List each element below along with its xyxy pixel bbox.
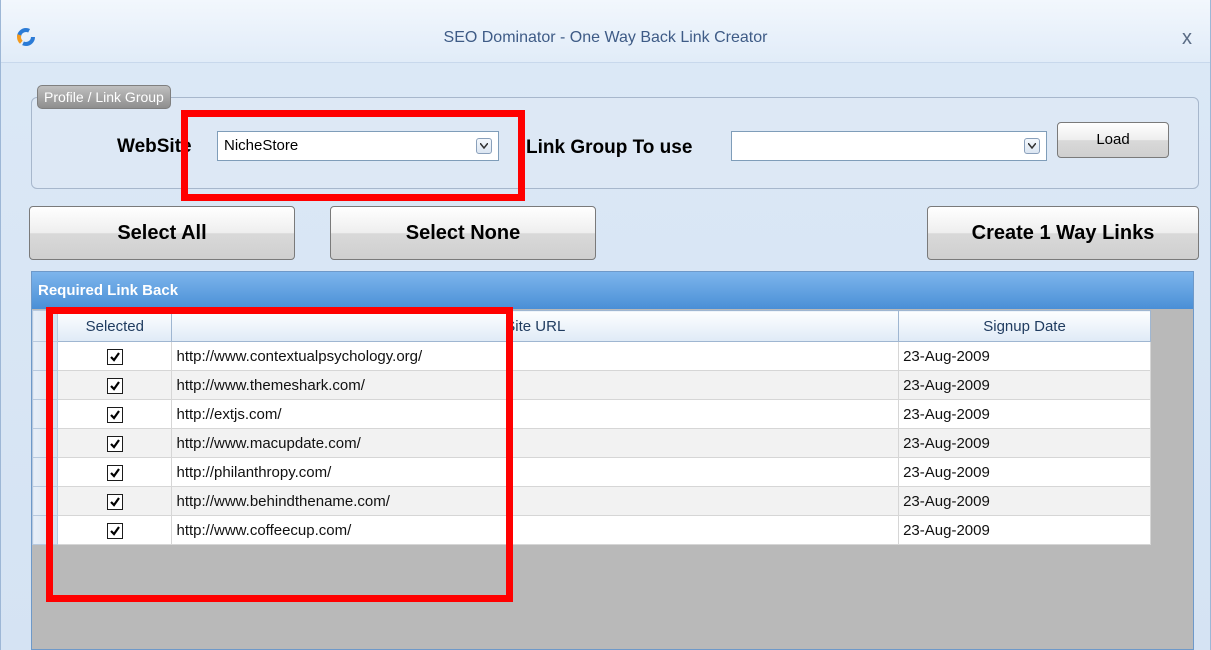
checkmark-icon [110, 380, 120, 391]
row-checkbox[interactable] [106, 377, 123, 394]
link-group-label: Link Group To use [526, 137, 693, 158]
selected-cell [57, 457, 173, 487]
site-url-cell[interactable]: http://www.contextualpsychology.org/ [171, 341, 900, 371]
grid-caption: Required Link Back [32, 272, 1193, 309]
table-row[interactable]: http://www.macupdate.com/23-Aug-2009 [31, 428, 1151, 458]
signup-date-cell[interactable]: 23-Aug-2009 [898, 341, 1151, 371]
checkmark-icon [110, 525, 120, 536]
website-dropdown[interactable]: NicheStore [217, 131, 499, 161]
chevron-down-icon[interactable] [1024, 138, 1040, 154]
table-row[interactable]: http://philanthropy.com/23-Aug-2009 [31, 457, 1151, 487]
table-row[interactable]: http://extjs.com/23-Aug-2009 [31, 399, 1151, 429]
row-header-cell[interactable] [31, 341, 59, 371]
row-header-cell[interactable] [31, 399, 59, 429]
link-group-dropdown[interactable] [731, 131, 1047, 161]
row-header-cell[interactable] [31, 457, 59, 487]
checkmark-icon [110, 496, 120, 507]
signup-date-cell[interactable]: 23-Aug-2009 [898, 399, 1151, 429]
select-all-button[interactable]: Select All [29, 206, 295, 260]
required-link-back-grid: Required Link Back Selected Site URL Sig… [31, 271, 1194, 650]
selected-cell [57, 486, 173, 516]
row-checkbox[interactable] [106, 435, 123, 452]
table-row[interactable]: http://www.coffeecup.com/23-Aug-2009 [31, 515, 1151, 545]
row-checkbox[interactable] [106, 464, 123, 481]
window-title: SEO Dominator - One Way Back Link Creato… [443, 29, 768, 46]
site-url-cell[interactable]: http://www.macupdate.com/ [171, 428, 900, 458]
row-header-cell[interactable] [31, 486, 59, 516]
title-bar: SEO Dominator - One Way Back Link Creato… [1, 0, 1210, 63]
site-url-cell[interactable]: http://www.coffeecup.com/ [171, 515, 900, 545]
row-header-cell[interactable] [31, 370, 59, 400]
table-row[interactable]: http://www.contextualpsychology.org/23-A… [31, 341, 1151, 371]
close-icon[interactable]: x [1176, 27, 1198, 49]
selected-cell [57, 399, 173, 429]
row-header-corner [31, 310, 59, 342]
column-header-signup-date[interactable]: Signup Date [898, 310, 1151, 342]
signup-date-cell[interactable]: 23-Aug-2009 [898, 428, 1151, 458]
website-dropdown-value: NicheStore [224, 137, 299, 154]
row-header-cell[interactable] [31, 428, 59, 458]
signup-date-cell[interactable]: 23-Aug-2009 [898, 457, 1151, 487]
site-url-cell[interactable]: http://philanthropy.com/ [171, 457, 900, 487]
signup-date-cell[interactable]: 23-Aug-2009 [898, 370, 1151, 400]
chevron-down-icon[interactable] [476, 138, 492, 154]
row-header-cell[interactable] [31, 515, 59, 545]
app-window: SEO Dominator - One Way Back Link Creato… [0, 0, 1211, 650]
column-header-selected[interactable]: Selected [57, 310, 173, 342]
table-header-row: Selected Site URL Signup Date [31, 310, 1151, 342]
signup-date-cell[interactable]: 23-Aug-2009 [898, 515, 1151, 545]
row-checkbox[interactable] [106, 348, 123, 365]
selected-cell [57, 428, 173, 458]
row-checkbox[interactable] [106, 522, 123, 539]
checkmark-icon [110, 438, 120, 449]
checkmark-icon [110, 467, 120, 478]
link-table: Selected Site URL Signup Date http://www… [31, 310, 1151, 545]
selected-cell [57, 341, 173, 371]
site-url-cell[interactable]: http://www.themeshark.com/ [171, 370, 900, 400]
selected-cell [57, 370, 173, 400]
site-url-cell[interactable]: http://extjs.com/ [171, 399, 900, 429]
selected-cell [57, 515, 173, 545]
site-url-cell[interactable]: http://www.behindthename.com/ [171, 486, 900, 516]
row-checkbox[interactable] [106, 406, 123, 423]
signup-date-cell[interactable]: 23-Aug-2009 [898, 486, 1151, 516]
profile-group-title: Profile / Link Group [37, 85, 171, 109]
row-checkbox[interactable] [106, 493, 123, 510]
checkmark-icon [110, 409, 120, 420]
create-one-way-links-button[interactable]: Create 1 Way Links [927, 206, 1199, 260]
table-row[interactable]: http://www.themeshark.com/23-Aug-2009 [31, 370, 1151, 400]
select-none-button[interactable]: Select None [330, 206, 596, 260]
website-label: WebSite [117, 136, 192, 157]
table-row[interactable]: http://www.behindthename.com/23-Aug-2009 [31, 486, 1151, 516]
checkmark-icon [110, 351, 120, 362]
column-header-site-url[interactable]: Site URL [171, 310, 900, 342]
load-button[interactable]: Load [1057, 122, 1169, 158]
